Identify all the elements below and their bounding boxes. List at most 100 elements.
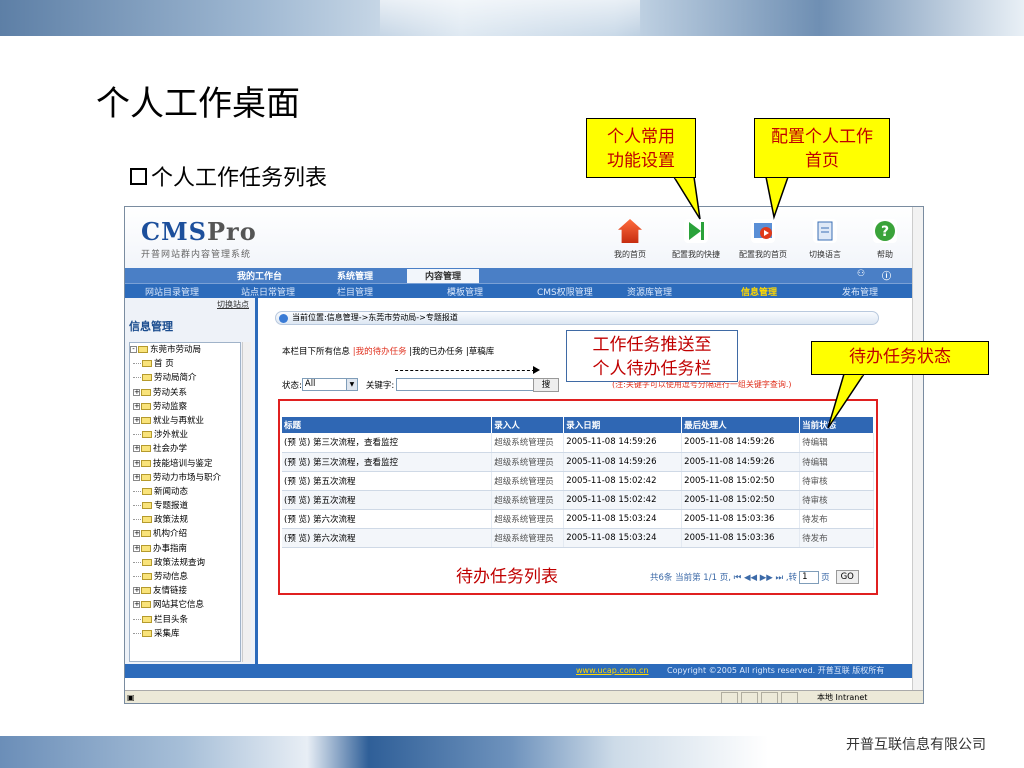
tree-node[interactable]: + 劳动监察 bbox=[130, 400, 240, 414]
info-icon[interactable]: ⓘ bbox=[882, 269, 891, 282]
toolbar-switch-language[interactable]: 切换语言 bbox=[793, 219, 857, 260]
tree-node[interactable]: + 就业与再就业 bbox=[130, 414, 240, 428]
table-cell: 2005-11-08 15:02:42 bbox=[563, 490, 683, 510]
column-header[interactable]: 最后处理人 bbox=[681, 417, 801, 433]
expand-icon[interactable]: + bbox=[133, 402, 140, 410]
table-row[interactable]: (预 览) 第六次流程 超级系统管理员 2005-11-08 15:03:24 200… bbox=[282, 528, 874, 548]
chevron-down-icon[interactable]: ▼ bbox=[345, 379, 357, 390]
folder-icon bbox=[141, 601, 151, 609]
tree-scrollbar[interactable] bbox=[242, 342, 251, 662]
collapse-icon[interactable]: - bbox=[130, 346, 137, 353]
expand-icon[interactable]: + bbox=[133, 530, 140, 538]
subnav-resource[interactable]: 资源库管理 bbox=[627, 285, 672, 298]
config-home-icon bbox=[751, 219, 775, 243]
page-input[interactable]: 1 bbox=[799, 570, 820, 584]
column-header[interactable]: 录入日期 bbox=[563, 417, 683, 433]
expand-icon[interactable]: + bbox=[133, 473, 140, 481]
tree-node[interactable]: 劳动局简介 bbox=[130, 371, 240, 385]
subnav-cms-permission[interactable]: CMS权限管理 bbox=[537, 285, 593, 298]
filter-bar: 状态: All ▼ 关键字: bbox=[282, 378, 539, 391]
tree-node[interactable]: 首 页 bbox=[130, 357, 240, 371]
keyword-label: 关键字: bbox=[365, 380, 395, 391]
tree-node-label: 政策法规查询 bbox=[154, 557, 206, 568]
tree-node[interactable]: + 办事指南 bbox=[130, 542, 240, 556]
toolbar-config-shortcut[interactable]: 配置我的快捷 bbox=[664, 219, 728, 260]
subnav-site-daily[interactable]: 站点日常管理 bbox=[241, 285, 295, 298]
column-header[interactable]: 录入人 bbox=[491, 417, 565, 433]
tree-node[interactable]: 劳动信息 bbox=[130, 570, 240, 584]
table-row[interactable]: (预 览) 第三次流程，查看监控 超级系统管理员 2005-11-08 14:59:… bbox=[282, 452, 874, 472]
tree-node-label: 采集库 bbox=[154, 628, 180, 639]
tree-node[interactable]: + 技能培训与鉴定 bbox=[130, 457, 240, 471]
tree-line bbox=[133, 490, 141, 492]
nav-system-management[interactable]: 系统管理 bbox=[337, 269, 373, 282]
subnav-column[interactable]: 栏目管理 bbox=[337, 285, 373, 298]
toolbar-help[interactable]: ? 帮助 bbox=[853, 219, 917, 260]
expand-icon[interactable]: + bbox=[133, 459, 140, 467]
tree-node[interactable]: + 友情链接 bbox=[130, 584, 240, 598]
tab-drafts[interactable]: |草稿库 bbox=[466, 347, 494, 357]
toolbar-config-home[interactable]: 配置我的首页 bbox=[731, 219, 795, 260]
subnav-site-directory[interactable]: 网站目录管理 bbox=[145, 285, 199, 298]
task-title-link[interactable]: (预 览) 第六次流程 bbox=[282, 528, 493, 548]
task-title-link[interactable]: (预 览) 第三次流程，查看监控 bbox=[282, 433, 493, 453]
folder-icon bbox=[141, 416, 151, 424]
window-scrollbar[interactable] bbox=[912, 207, 923, 690]
go-button[interactable]: GO bbox=[835, 570, 859, 584]
expand-icon[interactable]: + bbox=[133, 587, 140, 595]
status-select[interactable]: All ▼ bbox=[301, 378, 358, 391]
tree-node[interactable]: 政策法规 bbox=[130, 513, 240, 527]
toolbar-my-home[interactable]: 我的首页 bbox=[598, 219, 662, 260]
subnav-info-management[interactable]: 信息管理 bbox=[741, 285, 777, 298]
tree-node[interactable]: + 网站其它信息 bbox=[130, 598, 240, 612]
table-row[interactable]: (预 览) 第五次流程 超级系统管理员 2005-11-08 15:02:42 200… bbox=[282, 471, 874, 491]
switch-site-link[interactable]: 切换站点 bbox=[217, 299, 249, 310]
todo-table: 标题 录入人 录入日期 最后处理人 当前状态 (预 览) 第三次流程，查看监控 超级系统管… bbox=[282, 417, 874, 548]
tree-node[interactable]: - 东莞市劳动局 bbox=[130, 343, 240, 357]
tree-node[interactable]: 新闻动态 bbox=[130, 485, 240, 499]
pager-text[interactable]: 共6条 当前第 1/1 页, ⏮ ◀◀ ▶▶ ⏭ ,转 bbox=[650, 571, 797, 583]
expand-icon[interactable]: + bbox=[133, 601, 140, 609]
expand-icon[interactable]: + bbox=[133, 388, 140, 396]
expand-icon[interactable]: + bbox=[133, 445, 140, 453]
table-cell: 2005-11-08 15:03:36 bbox=[681, 509, 801, 529]
expand-icon[interactable]: + bbox=[133, 416, 140, 424]
search-button[interactable]: 搜 bbox=[533, 378, 559, 392]
subnav-template[interactable]: 模板管理 bbox=[447, 285, 483, 298]
tree-node[interactable]: 政策法规查询 bbox=[130, 556, 240, 570]
callout-push: 工作任务推送至个人待办任务栏 bbox=[566, 330, 738, 382]
table-row[interactable]: (预 览) 第五次流程 超级系统管理员 2005-11-08 15:02:42 200… bbox=[282, 490, 874, 510]
tree-node[interactable]: + 机构介绍 bbox=[130, 527, 240, 541]
folder-icon bbox=[142, 502, 152, 510]
subnav-publish[interactable]: 发布管理 bbox=[842, 285, 878, 298]
tree-node[interactable]: + 劳动力市场与职介 bbox=[130, 471, 240, 485]
tree-node[interactable]: 专题报道 bbox=[130, 499, 240, 513]
help-icon: ? bbox=[873, 219, 897, 243]
table-row[interactable]: (预 览) 第三次流程，查看监控 超级系统管理员 2005-11-08 14:59:… bbox=[282, 433, 874, 453]
table-row[interactable]: (预 览) 第六次流程 超级系统管理员 2005-11-08 15:03:24 200… bbox=[282, 509, 874, 529]
user-icon[interactable]: ⚇ bbox=[857, 269, 865, 279]
tab-my-todo[interactable]: |我的待办任务 bbox=[353, 347, 407, 357]
push-arrow-icon bbox=[533, 366, 540, 374]
tree-node[interactable]: 涉外就业 bbox=[130, 428, 240, 442]
tree-node[interactable]: 采集库 bbox=[130, 627, 240, 641]
tab-my-done[interactable]: |我的已办任务 bbox=[409, 347, 463, 357]
tree-node-label: 社会办学 bbox=[153, 444, 188, 455]
expand-icon[interactable]: + bbox=[133, 544, 140, 552]
footer-link[interactable]: www.ucap.com.cn bbox=[576, 664, 649, 678]
todo-list-label: 待办任务列表 bbox=[456, 567, 558, 587]
app-footer: www.ucap.com.cn Copyright ©2005 All righ… bbox=[125, 664, 923, 678]
column-header[interactable]: 标题 bbox=[282, 417, 493, 433]
tree-node[interactable]: 栏目头条 bbox=[130, 613, 240, 627]
task-title-link[interactable]: (预 览) 第三次流程，查看监控 bbox=[282, 452, 493, 472]
folder-icon bbox=[141, 530, 151, 538]
tree-node[interactable]: + 社会办学 bbox=[130, 442, 240, 456]
nav-content-management[interactable]: 内容管理 bbox=[407, 269, 480, 283]
task-title-link[interactable]: (预 览) 第五次流程 bbox=[282, 471, 493, 491]
keyword-input[interactable] bbox=[396, 378, 539, 391]
tab-all-info[interactable]: 本栏目下所有信息 bbox=[282, 347, 350, 357]
nav-my-workbench[interactable]: 我的工作台 bbox=[237, 269, 282, 282]
tree-node[interactable]: + 劳动关系 bbox=[130, 386, 240, 400]
task-title-link[interactable]: (预 览) 第五次流程 bbox=[282, 490, 493, 510]
task-title-link[interactable]: (预 览) 第六次流程 bbox=[282, 509, 493, 529]
